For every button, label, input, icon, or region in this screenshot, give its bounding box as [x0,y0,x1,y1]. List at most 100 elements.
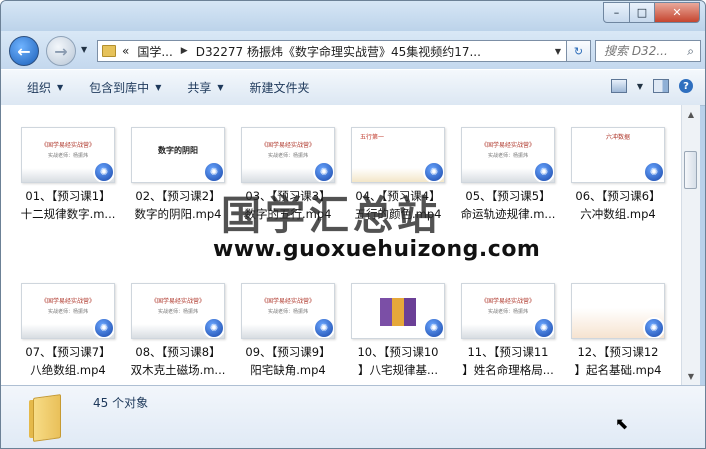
file-name-line2: 十二规律数字.m... [20,207,116,221]
file-name-line2: 命运轨迹规律.m... [460,207,556,221]
search-box[interactable]: ⌕ [595,40,701,62]
file-name-line1: 06、【预习课6】 [575,189,661,203]
breadcrumb-overflow[interactable]: « [122,44,129,58]
thumb-title: 五行第一 [360,134,385,141]
file-name-line2: 双木克土磁场.m... [130,363,226,377]
organize-label: 组织 [27,81,52,95]
video-thumbnail: 《国学易经实战营》 实战老师：杨振炜 ✺ [131,283,225,339]
chevron-right-icon[interactable]: ▶ [181,46,188,56]
video-thumbnail: 五行第一 ✺ [351,127,445,183]
video-thumbnail: 《国学易经实战营》 实战老师：杨振炜 ✺ [241,127,335,183]
file-name-line2: 】八宅规律基... [358,363,438,377]
folder-icon [29,394,61,442]
file-name-line1: 02、【预习课2】 [135,189,221,203]
watermark-text: 国学汇总站 [221,192,441,239]
search-icon[interactable]: ⌕ [687,44,694,59]
back-button[interactable]: ← [9,36,39,66]
film-reel-icon: ✺ [533,161,554,182]
film-reel-icon: ✺ [93,161,114,182]
video-thumbnail: 《国学易经实战营》 实战老师：杨振炜 ✺ [21,283,115,339]
search-input[interactable] [604,44,676,58]
scroll-thumb[interactable] [684,151,697,189]
thumb-title: 《国学易经实战营》 [260,142,315,149]
change-view-icon[interactable] [610,79,627,93]
thumb-subtitle: 实战老师：杨振炜 [267,309,308,315]
video-thumbnail: 数字的阴阳 ✺ [131,127,225,183]
command-bar: 组织 ▼ 包含到库中 ▼ 共享 ▼ 新建文件夹 ▼ ? [1,69,705,106]
file-item[interactable]: 《国学易经实战营》 实战老师：杨振炜 ✺ 11、【预习课11 】姓名命理格局..… [453,283,563,379]
file-name-line1: 07、【预习课7】 [25,345,111,359]
dropdown-arrow-icon: ▼ [217,83,224,92]
recent-pages-dropdown-icon[interactable]: ▼ [81,45,87,54]
film-reel-icon: ✺ [93,317,114,338]
address-dropdown-icon[interactable]: ▼ [550,47,566,56]
thumb-grid-graphic [380,298,416,326]
file-item[interactable]: ✺ 10、【预习课10 】八宅规律基... [343,283,453,379]
help-icon[interactable]: ? [679,79,693,93]
close-button[interactable]: ✕ [655,2,700,23]
scroll-down-icon[interactable]: ▼ [683,368,699,384]
file-name-line1: 01、【预习课1】 [25,189,111,203]
thumb-title: 数字的阴阳 [158,146,198,155]
film-reel-icon: ✺ [203,161,224,182]
file-name-line2: 数字的阴阳.mp4 [134,207,222,221]
video-thumbnail: 《国学易经实战营》 实战老师：杨振炜 ✺ [241,283,335,339]
file-item[interactable]: 《国学易经实战营》 实战老师：杨振炜 ✺ 07、【预习课7】 八绝数组.mp4 [13,283,123,379]
scroll-up-icon[interactable]: ▲ [683,106,699,122]
thumb-subtitle: 实战老师：杨振炜 [47,309,88,315]
breadcrumb: « 国学... ▶ D32277 杨振炜《数字命理实战营》45集视频约17... [122,43,481,60]
film-reel-icon: ✺ [313,317,334,338]
breadcrumb-item-current[interactable]: D32277 杨振炜《数字命理实战营》45集视频约17... [196,43,481,60]
vertical-scrollbar[interactable]: ▲ ▼ [681,105,700,385]
film-reel-icon: ✺ [423,161,444,182]
navigation-bar: ← → ▼ « 国学... ▶ D32277 杨振炜《数字命理实战营》45集视频… [1,31,705,69]
title-bar: – □ ✕ [1,1,705,31]
thumb-title: 《国学易经实战营》 [260,298,315,305]
video-thumbnail: ✺ [351,283,445,339]
caption-buttons: – □ ✕ [603,2,700,23]
folder-icon [102,45,116,57]
film-reel-icon: ✺ [643,317,664,338]
maximize-button[interactable]: □ [630,2,655,23]
forward-button[interactable]: → [46,36,76,66]
file-item[interactable]: 六冲数据 ✺ 06、【预习课6】 六冲数组.mp4 [563,127,673,223]
thumb-subtitle: 实战老师：杨振炜 [157,309,198,315]
new-folder-label: 新建文件夹 [249,81,310,95]
view-controls: ▼ ? [610,79,693,93]
file-item[interactable]: 数字的阴阳 ✺ 02、【预习课2】 数字的阴阳.mp4 [123,127,233,223]
file-item[interactable]: ✺ 12、【预习课12 】起名基础.mp4 [563,283,673,379]
film-reel-icon: ✺ [313,161,334,182]
file-name-line1: 10、【预习课10 [357,345,439,359]
file-item[interactable]: 《国学易经实战营》 实战老师：杨振炜 ✺ 05、【预习课5】 命运轨迹规律.m.… [453,127,563,223]
file-name-line2: 】起名基础.mp4 [574,363,662,377]
include-library-label: 包含到库中 [89,81,150,95]
file-name-line2: 八绝数组.mp4 [30,363,106,377]
new-folder-button[interactable]: 新建文件夹 [250,79,310,96]
file-name-line2: 阳宅缺角.mp4 [250,363,326,377]
include-in-library-menu[interactable]: 包含到库中 ▼ [89,79,161,96]
film-reel-icon: ✺ [423,317,444,338]
thumb-subtitle: 实战老师：杨振炜 [267,153,308,159]
thumb-title: 《国学易经实战营》 [480,298,535,305]
video-thumbnail: 《国学易经实战营》 实战老师：杨振炜 ✺ [21,127,115,183]
breadcrumb-item-root[interactable]: 国学... [137,43,172,60]
thumb-title: 《国学易经实战营》 [40,142,95,149]
video-thumbnail: 《国学易经实战营》 实战老师：杨振炜 ✺ [461,127,555,183]
file-item[interactable]: 《国学易经实战营》 实战老师：杨振炜 ✺ 08、【预习课8】 双木克土磁场.m.… [123,283,233,379]
file-name-line1: 08、【预习课8】 [135,345,221,359]
file-name-line1: 05、【预习课5】 [465,189,551,203]
minimize-button[interactable]: – [603,2,630,23]
dropdown-arrow-icon: ▼ [155,83,162,92]
view-dropdown-icon[interactable]: ▼ [637,82,643,91]
preview-pane-icon[interactable] [653,79,669,93]
mouse-cursor-icon: ⬉ [615,414,629,433]
object-count: 45 个对象 [93,396,149,410]
thumb-subtitle: 实战老师：杨振炜 [487,309,528,315]
file-name-line1: 09、【预习课9】 [245,345,331,359]
file-item[interactable]: 《国学易经实战营》 实战老师：杨振炜 ✺ 01、【预习课1】 十二规律数字.m.… [13,127,123,223]
address-bar[interactable]: « 国学... ▶ D32277 杨振炜《数字命理实战营》45集视频约17...… [97,40,567,62]
refresh-button[interactable]: ↻ [567,40,591,62]
share-menu[interactable]: 共享 ▼ [187,79,223,96]
organize-menu[interactable]: 组织 ▼ [27,79,63,96]
file-item[interactable]: 《国学易经实战营》 实战老师：杨振炜 ✺ 09、【预习课9】 阳宅缺角.mp4 [233,283,343,379]
